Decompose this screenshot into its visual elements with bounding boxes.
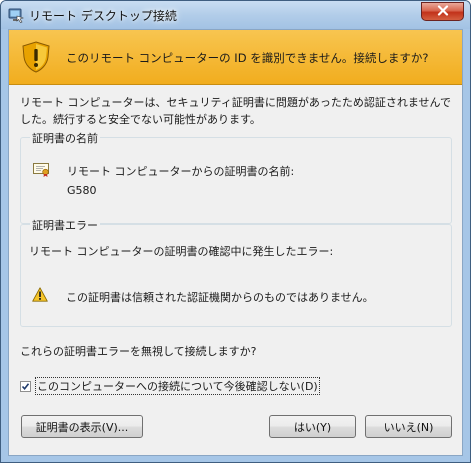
checkmark-icon <box>21 382 30 390</box>
close-button[interactable] <box>421 2 464 21</box>
cert-error-group: 証明書エラー リモート コンピューターの証明書の確認中に発生したエラー: この証… <box>20 217 452 327</box>
warning-banner: このリモート コンピューターの ID を識別できません。接続しますか? <box>9 30 462 85</box>
dialog-body: このリモート コンピューターの ID を識別できません。接続しますか? リモート… <box>8 29 463 456</box>
cert-error-label: リモート コンピューターの証明書の確認中に発生したエラー: <box>29 245 334 258</box>
cert-name-value: G580 <box>67 184 97 197</box>
no-button[interactable]: いいえ(N) <box>365 415 452 438</box>
dont-ask-again-checkbox[interactable] <box>20 380 31 392</box>
cert-name-group-title: 証明書の名前 <box>30 130 100 146</box>
remote-desktop-icon <box>8 7 24 23</box>
shield-warning-icon <box>21 41 51 73</box>
ignore-errors-question: これらの証明書エラーを無視して接続しますか? <box>20 345 257 358</box>
dont-ask-again-option[interactable]: このコンピューターへの接続について今後確認しない(D) <box>20 377 320 395</box>
window-title: リモート デスクトップ接続 <box>29 9 177 23</box>
description-text: リモート コンピューターは、セキュリティ証明書に問題があったため認証されませんで… <box>20 96 451 126</box>
certificate-icon <box>33 163 51 177</box>
yes-button[interactable]: はい(Y) <box>269 415 356 438</box>
close-icon <box>437 4 449 19</box>
dont-ask-again-label[interactable]: このコンピューターへの接続について今後確認しない(D) <box>35 377 320 395</box>
view-certificate-button[interactable]: 証明書の表示(V)... <box>21 415 143 438</box>
title-bar[interactable]: リモート デスクトップ接続 <box>1 1 470 29</box>
warning-triangle-icon <box>32 287 48 302</box>
cert-error-message: この証明書は信頼された認証機関からのものではありません。 <box>66 291 374 304</box>
banner-message: このリモート コンピューターの ID を識別できません。接続しますか? <box>66 51 429 65</box>
cert-name-group: 証明書の名前 リモート コンピューターからの証明書の名前: G580 <box>20 130 452 224</box>
cert-error-group-title: 証明書エラー <box>30 217 100 233</box>
dialog-window: リモート デスクトップ接続 このリモート コンピューターの ID を識別できませ… <box>0 0 471 463</box>
cert-name-label: リモート コンピューターからの証明書の名前: <box>67 165 295 178</box>
